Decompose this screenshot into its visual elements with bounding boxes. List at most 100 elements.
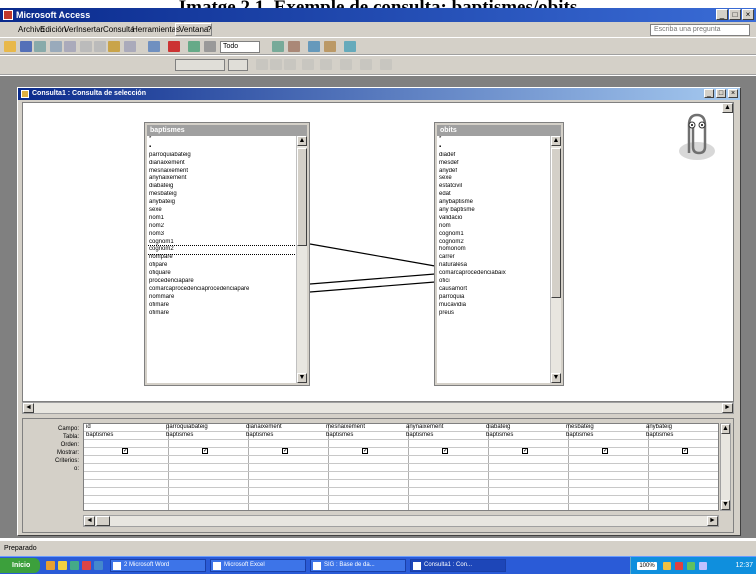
field-list-title[interactable]: baptismes — [147, 125, 307, 136]
build-icon[interactable] — [288, 41, 300, 52]
grid-sort-cell[interactable] — [244, 440, 328, 448]
properties-icon[interactable] — [272, 41, 284, 52]
grid-empty-cell[interactable] — [324, 472, 408, 480]
join-line-cognom1[interactable] — [309, 273, 436, 285]
grid-criteria-cell[interactable] — [244, 456, 328, 464]
grid-empty-cell[interactable] — [84, 496, 168, 504]
minimize-button[interactable]: _ — [716, 9, 728, 20]
quicklaunch-desktop-icon[interactable] — [70, 561, 79, 570]
left-field-4[interactable]: mesnaixement — [147, 168, 296, 176]
show-table-icon[interactable] — [188, 41, 200, 52]
menu-item-4[interactable]: Consulta — [103, 24, 135, 35]
right-field-9[interactable]: any baptisme — [437, 207, 550, 215]
database-window-icon[interactable] — [308, 41, 320, 52]
grid-cells[interactable]: id baptismes ✓ parroquiabateig baptismes ✓ dia… — [83, 423, 719, 511]
grid-or-cell[interactable] — [644, 464, 718, 472]
grid-column[interactable]: parroquiabateig baptismes ✓ — [164, 424, 249, 510]
scroll-left-button[interactable]: ◄ — [84, 516, 95, 526]
grid-empty-cell[interactable] — [484, 496, 568, 504]
scroll-right-button[interactable]: ► — [722, 403, 733, 413]
zoom-indicator[interactable]: 100% — [637, 562, 657, 570]
copy-icon[interactable] — [94, 41, 106, 52]
grid-empty-cell[interactable] — [244, 472, 328, 480]
grid-empty-cell[interactable] — [484, 488, 568, 496]
scroll-down-button[interactable]: ▼ — [297, 373, 307, 383]
quicklaunch-media-icon[interactable] — [82, 561, 91, 570]
field-list-scrollbar[interactable]: ▲ ▼ — [550, 136, 561, 383]
grid-column[interactable]: anynaixement baptismes ✓ — [404, 424, 489, 510]
right-field-22[interactable]: preus — [437, 310, 550, 318]
tray-volume-icon[interactable] — [687, 562, 695, 570]
maximize-button[interactable]: □ — [729, 9, 741, 20]
grid-empty-cell[interactable] — [244, 496, 328, 504]
scroll-down-button[interactable]: ▼ — [721, 500, 730, 510]
field-list-scrollbar[interactable]: ▲ ▼ — [296, 136, 307, 383]
grid-criteria-cell[interactable] — [484, 456, 568, 464]
font-select[interactable] — [175, 59, 225, 71]
left-field-12[interactable]: nom3 — [147, 231, 296, 239]
grid-sort-cell[interactable] — [484, 440, 568, 448]
grid-criteria-cell[interactable] — [84, 456, 168, 464]
grid-show-cell[interactable]: ✓ — [404, 448, 488, 456]
table-pane-hscrollbar[interactable]: ◄ ► — [22, 402, 734, 414]
scroll-thumb[interactable] — [96, 516, 110, 526]
menu-item-2[interactable]: Ver — [64, 24, 76, 35]
scroll-thumb[interactable] — [297, 148, 307, 246]
top-values-select[interactable]: Todo — [220, 41, 260, 53]
grid-sort-cell[interactable] — [164, 440, 248, 448]
grid-empty-cell[interactable] — [644, 472, 718, 480]
right-field-2[interactable]: diadef — [437, 152, 550, 160]
grid-criteria-cell[interactable] — [164, 456, 248, 464]
right-field-12[interactable]: cognom1 — [437, 231, 550, 239]
grid-show-cell[interactable]: ✓ — [164, 448, 248, 456]
save-icon[interactable] — [20, 41, 32, 52]
query-close-button[interactable]: × — [728, 89, 738, 98]
special-effect-icon[interactable] — [380, 59, 392, 70]
left-field-19[interactable]: comarcaprocedenciaprocedenciapare — [147, 286, 296, 294]
right-field-21[interactable]: mucavidia — [437, 302, 550, 310]
search-icon[interactable] — [34, 41, 46, 52]
taskbar-task-3[interactable]: Consulta1 : Con... — [410, 559, 506, 572]
menu-item-7[interactable]: ? — [207, 24, 211, 35]
grid-show-cell[interactable]: ✓ — [564, 448, 648, 456]
grid-empty-cell[interactable] — [404, 496, 488, 504]
scroll-thumb[interactable] — [551, 148, 561, 298]
grid-show-cell[interactable]: ✓ — [244, 448, 328, 456]
grid-field-cell[interactable]: parroquiabateig — [164, 424, 248, 432]
right-field-15[interactable]: carrer — [437, 254, 550, 262]
font-size-select[interactable] — [228, 59, 248, 71]
grid-empty-cell[interactable] — [404, 472, 488, 480]
right-field-16[interactable]: naturalesa — [437, 262, 550, 270]
scroll-down-button[interactable]: ▼ — [551, 373, 561, 383]
grid-column[interactable]: dianaixement baptismes ✓ — [244, 424, 329, 510]
grid-table-cell[interactable]: baptismes — [324, 432, 408, 440]
show-checkbox[interactable]: ✓ — [522, 448, 528, 454]
right-field-4[interactable]: anydef — [437, 168, 550, 176]
view-icon[interactable] — [4, 41, 16, 52]
grid-table-cell[interactable]: baptismes — [564, 432, 648, 440]
grid-criteria-cell[interactable] — [644, 456, 718, 464]
grid-empty-cell[interactable] — [84, 472, 168, 480]
grid-criteria-cell[interactable] — [564, 456, 648, 464]
grid-show-cell[interactable]: ✓ — [644, 448, 718, 456]
grid-sort-cell[interactable] — [404, 440, 488, 448]
grid-show-cell[interactable]: ✓ — [324, 448, 408, 456]
italic-icon[interactable] — [270, 59, 282, 70]
scroll-up-button[interactable]: ▲ — [297, 136, 307, 146]
grid-criteria-cell[interactable] — [324, 456, 408, 464]
grid-empty-cell[interactable] — [644, 480, 718, 488]
right-field-17[interactable]: comarcaprocedenciabaix — [437, 270, 550, 278]
grid-table-cell[interactable]: baptismes — [164, 432, 248, 440]
paste-icon[interactable] — [108, 41, 120, 52]
join-line-nom[interactable] — [309, 243, 436, 267]
grid-empty-cell[interactable] — [164, 480, 248, 488]
show-checkbox[interactable]: ✓ — [202, 448, 208, 454]
right-field-8[interactable]: anybaptisme — [437, 199, 550, 207]
right-field-20[interactable]: parroquia — [437, 294, 550, 302]
scroll-up-button[interactable]: ▲ — [551, 136, 561, 146]
left-field-0[interactable]: * — [147, 136, 296, 144]
grid-column[interactable]: mesbateig baptismes ✓ — [564, 424, 649, 510]
grid-empty-cell[interactable] — [644, 488, 718, 496]
help-question-input[interactable]: Escriba una pregunta — [650, 24, 750, 36]
grid-empty-cell[interactable] — [324, 488, 408, 496]
